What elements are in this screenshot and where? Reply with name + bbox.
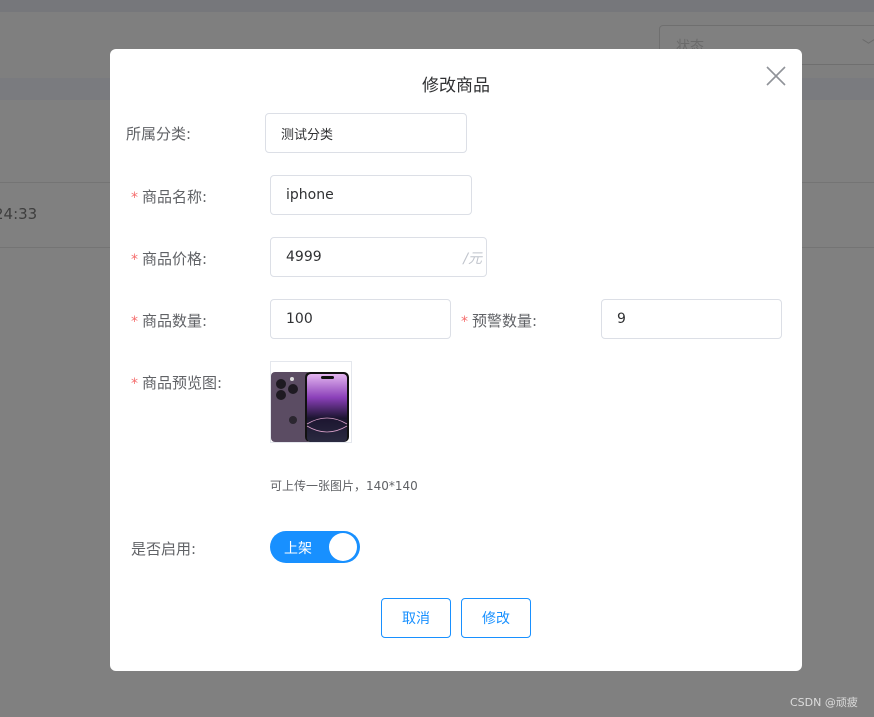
price-value: 4999 — [286, 249, 322, 265]
product-name-value: iphone — [286, 187, 334, 203]
preview-image-label: * 商品预览图: — [131, 372, 222, 393]
category-label: 所属分类: — [126, 125, 192, 143]
close-button[interactable] — [764, 64, 788, 88]
product-name-input[interactable]: iphone — [270, 175, 472, 215]
warning-quantity-label-text: 预警数量: — [472, 312, 538, 330]
watermark: CSDN @顽疲 — [790, 696, 858, 709]
dialog-title: 修改商品 — [422, 76, 490, 96]
price-unit-suffix: /元 — [463, 251, 482, 267]
chevron-down-icon: ﹀ — [862, 39, 874, 54]
upload-hint: 可上传一张图片，140*140 — [270, 479, 418, 493]
switch-knob — [329, 533, 357, 561]
product-image-thumbnail — [271, 362, 351, 442]
close-icon — [766, 66, 786, 86]
quantity-label-text: 商品数量: — [142, 312, 208, 330]
quantity-label: * 商品数量: — [131, 310, 207, 331]
warning-quantity-value: 9 — [617, 311, 626, 327]
preview-image-upload[interactable] — [270, 361, 352, 443]
table-cell-time: 24:33 — [0, 205, 38, 223]
background-top-bar — [0, 0, 874, 12]
quantity-value: 100 — [286, 311, 313, 327]
product-name-label-text: 商品名称: — [142, 188, 208, 206]
required-mark: * — [131, 190, 138, 206]
preview-image-label-text: 商品预览图: — [142, 374, 223, 392]
enabled-switch[interactable]: 上架 — [270, 531, 360, 563]
switch-text: 上架 — [284, 541, 312, 557]
submit-button[interactable]: 修改 — [461, 598, 531, 638]
product-name-label: * 商品名称: — [131, 186, 207, 207]
price-label-text: 商品价格: — [142, 250, 208, 268]
warning-quantity-label: * 预警数量: — [461, 310, 537, 331]
price-input[interactable]: 4999 /元 — [270, 237, 487, 277]
category-input[interactable]: 测试分类 — [265, 113, 467, 153]
required-mark: * — [461, 314, 468, 330]
warning-quantity-input[interactable]: 9 — [601, 299, 782, 339]
enabled-label: 是否启用: — [131, 540, 197, 558]
category-value: 测试分类 — [281, 127, 334, 143]
required-mark: * — [131, 376, 138, 392]
cancel-button[interactable]: 取消 — [381, 598, 451, 638]
price-label: * 商品价格: — [131, 248, 207, 269]
edit-product-dialog: 修改商品 所属分类: 测试分类 * 商品名称: iphone * 商品价格: 499… — [110, 49, 802, 671]
required-mark: * — [131, 252, 138, 268]
quantity-input[interactable]: 100 — [270, 299, 451, 339]
required-mark: * — [131, 314, 138, 330]
